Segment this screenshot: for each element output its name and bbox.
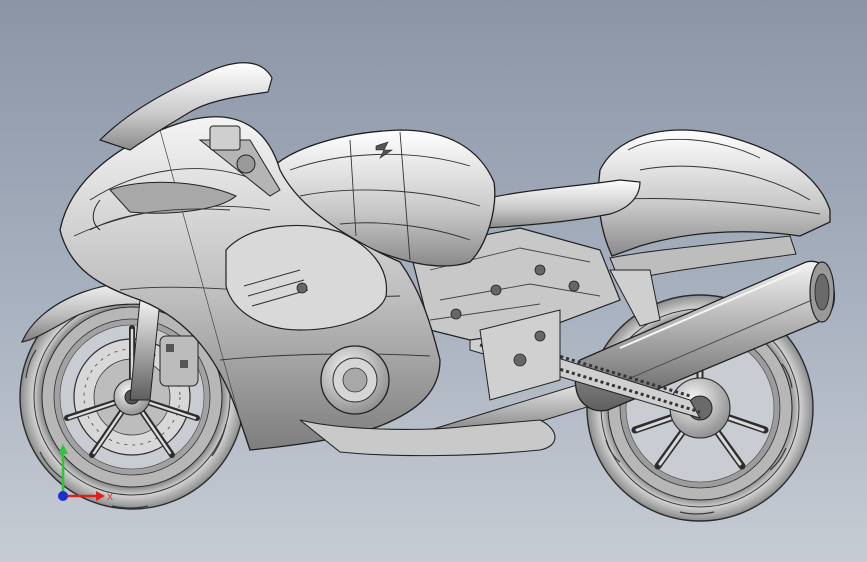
z-axis-origin — [58, 491, 68, 501]
axis-triad: X — [50, 438, 120, 508]
engine-cover — [320, 345, 390, 415]
y-axis-arrow — [58, 444, 68, 496]
cad-viewport[interactable]: X — [0, 0, 867, 562]
x-axis-arrow — [63, 491, 105, 501]
x-axis-label: X — [107, 492, 113, 502]
motorcycle-model[interactable] — [0, 0, 867, 562]
tail-section — [597, 129, 831, 283]
axis-triad-graphic: X — [58, 444, 113, 502]
